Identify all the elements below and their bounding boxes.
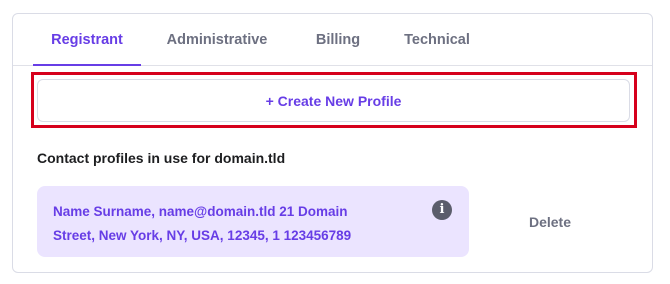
tab-technical[interactable]: Technical [395,14,479,65]
contact-type-tabs: Registrant Administrative Billing Techni… [13,14,652,66]
contact-profile-line-1: Name Surname, name@domain.tld 21 Domain [53,204,348,219]
info-icon[interactable]: i [432,200,452,220]
contact-profile-details: Name Surname, name@domain.tld 21 Domain … [53,200,413,248]
delete-button[interactable]: Delete [510,211,590,233]
tab-administrative[interactable]: Administrative [153,14,281,65]
contacts-section-title: Contact profiles in use for domain.tld [37,150,286,166]
contact-profile-card: Name Surname, name@domain.tld 21 Domain … [37,186,469,257]
tab-billing[interactable]: Billing [305,14,371,65]
contact-profile-line-2: Street, New York, NY, USA, 12345, 1 1234… [53,228,352,243]
create-new-profile-button[interactable]: + Create New Profile [37,79,630,122]
tab-registrant[interactable]: Registrant [33,14,141,66]
